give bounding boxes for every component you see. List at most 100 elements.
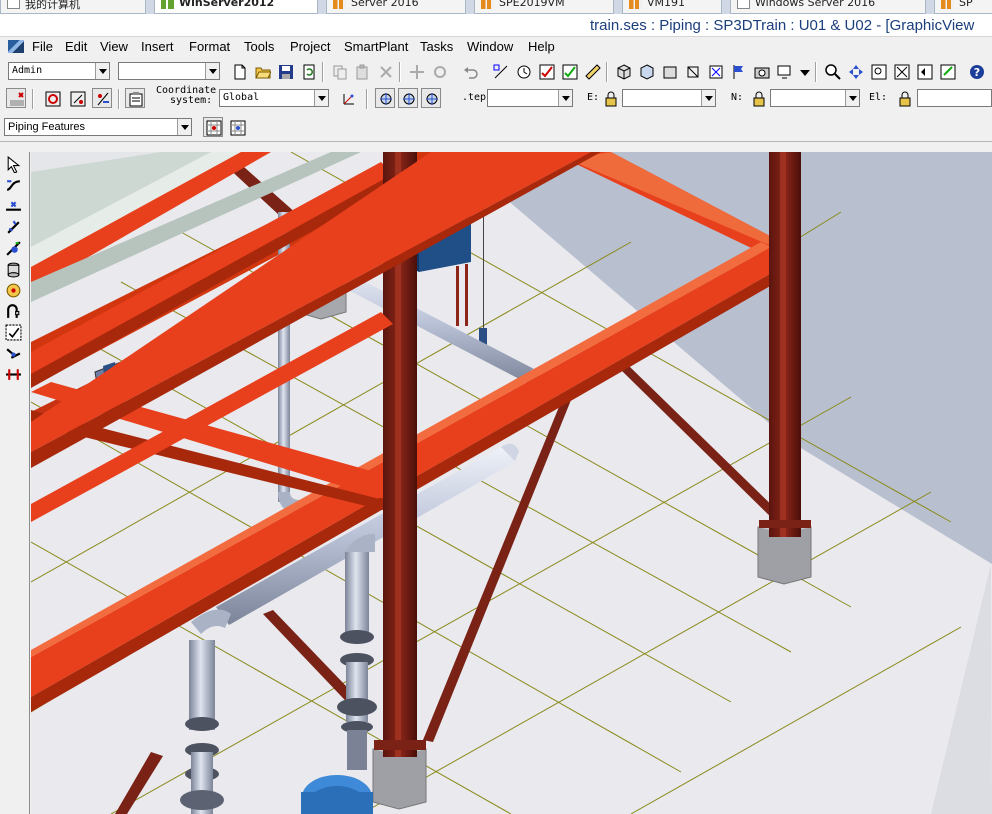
check-data-tool[interactable] xyxy=(5,324,24,343)
properties-button[interactable] xyxy=(937,61,957,81)
camera-button[interactable] xyxy=(751,61,771,81)
e-coordinate-combo[interactable] xyxy=(622,89,716,107)
insert-specialty-tool[interactable] xyxy=(5,219,24,238)
fit-button[interactable] xyxy=(705,61,725,81)
insert-spool-break-tool[interactable] xyxy=(5,366,24,385)
copy-button[interactable] xyxy=(329,61,349,81)
host-tab[interactable]: Windows Server 2016 xyxy=(730,0,926,14)
connect-tool[interactable] xyxy=(5,345,24,364)
camera-icon xyxy=(754,67,770,79)
menu-file[interactable]: File xyxy=(32,39,53,54)
pinpoint-reposition-button[interactable] xyxy=(421,88,441,108)
undo-button[interactable] xyxy=(460,61,480,81)
insert-split-tool[interactable] xyxy=(5,303,24,322)
second-combo[interactable] xyxy=(118,62,220,80)
select-tool[interactable] xyxy=(5,155,24,175)
host-tab[interactable]: Server 2016 xyxy=(326,0,466,14)
user-combo[interactable]: Admin xyxy=(8,62,110,80)
zoom-button[interactable] xyxy=(822,61,842,81)
open-folder-icon xyxy=(255,67,271,79)
view-iso-button[interactable] xyxy=(613,61,633,81)
insert-instrument-tool[interactable] xyxy=(5,261,24,280)
host-tab[interactable]: SPE2019VM xyxy=(474,0,614,14)
menu-format[interactable]: Format xyxy=(189,39,230,54)
paste-button[interactable] xyxy=(352,61,372,81)
menu-tools[interactable]: Tools xyxy=(244,39,274,54)
view-previous-button[interactable] xyxy=(914,61,934,81)
graphic-view[interactable] xyxy=(31,152,992,814)
move-icon xyxy=(410,65,424,79)
host-tab[interactable]: WinServer2012 xyxy=(154,0,318,14)
vm-icon xyxy=(941,0,954,9)
previous-view-icon xyxy=(917,64,933,80)
menu-edit[interactable]: Edit xyxy=(65,39,87,54)
el-lock-button[interactable] xyxy=(894,88,914,108)
open-button[interactable] xyxy=(252,61,272,81)
check-button[interactable] xyxy=(536,61,556,81)
insert-instrument-icon xyxy=(7,262,20,278)
el-coordinate-combo[interactable] xyxy=(917,89,992,107)
delete-button[interactable] xyxy=(375,61,395,81)
rotate-button[interactable] xyxy=(429,61,449,81)
clock-button[interactable] xyxy=(513,61,533,81)
refresh-button[interactable] xyxy=(298,61,318,81)
menu-project[interactable]: Project xyxy=(290,39,330,54)
piping-filter-combo[interactable]: Piping Features xyxy=(4,118,192,136)
zoom-area-button[interactable] xyxy=(868,61,888,81)
menu-view[interactable]: View xyxy=(100,39,128,54)
view-right-button[interactable] xyxy=(682,61,702,81)
pan-button[interactable] xyxy=(845,61,865,81)
pinpoint-relative-button[interactable] xyxy=(398,88,418,108)
route-pipe-tool[interactable] xyxy=(5,177,24,196)
menu-window[interactable]: Window xyxy=(467,39,513,54)
bookmark-button[interactable] xyxy=(728,61,748,81)
menu-help[interactable]: Help xyxy=(528,39,555,54)
n-lock-button[interactable] xyxy=(748,88,768,108)
n-coordinate-combo[interactable] xyxy=(770,89,860,107)
step-combo[interactable] xyxy=(487,89,573,107)
app-icon[interactable] xyxy=(8,40,24,53)
new-button[interactable] xyxy=(229,61,249,81)
new-file-icon xyxy=(234,64,246,80)
insert-tap-tool[interactable] xyxy=(5,240,24,259)
piping-option-2-button[interactable] xyxy=(227,117,247,137)
measure-button[interactable] xyxy=(490,61,510,81)
clear-selection-button[interactable] xyxy=(6,88,26,108)
e-lock-button[interactable] xyxy=(600,88,620,108)
axis-icon xyxy=(343,94,354,105)
model-3d-view[interactable] xyxy=(31,152,992,814)
locate-filter-button[interactable] xyxy=(42,88,62,108)
host-tab[interactable]: SP xyxy=(934,0,992,14)
menu-insert[interactable]: Insert xyxy=(141,39,174,54)
cube-icon xyxy=(687,66,699,78)
select-by-filter-button[interactable] xyxy=(67,88,87,108)
properties-toggle-button[interactable] xyxy=(125,88,145,108)
coordinate-system-combo[interactable]: Global xyxy=(219,89,329,107)
pinpoint-button[interactable] xyxy=(375,88,395,108)
n-coordinate-label: N: xyxy=(731,92,744,103)
verify-button[interactable] xyxy=(559,61,579,81)
fit-all-button[interactable] xyxy=(891,61,911,81)
view-front-button[interactable] xyxy=(659,61,679,81)
insert-component-tool[interactable] xyxy=(5,198,24,217)
cube-icon xyxy=(617,64,631,80)
insert-feature-tool[interactable] xyxy=(5,282,24,301)
piping-option-1-button[interactable] xyxy=(203,117,223,137)
display-dropdown[interactable] xyxy=(794,61,810,81)
save-button[interactable] xyxy=(275,61,295,81)
host-tab[interactable]: VM191 xyxy=(622,0,722,14)
ruler-button[interactable] xyxy=(582,61,602,81)
display-button[interactable] xyxy=(774,61,794,81)
smart-sketch-button[interactable] xyxy=(92,88,112,108)
window-title-bar[interactable]: train.ses : Piping : SP3DTrain : U01 & U… xyxy=(0,14,992,37)
insert-spool-break-icon xyxy=(6,369,21,380)
help-button[interactable]: ? xyxy=(966,61,986,81)
toolbar-separator xyxy=(606,62,608,82)
move-button[interactable] xyxy=(406,61,426,81)
host-tab[interactable]: 我的计算机 xyxy=(0,0,146,14)
menu-smartplant[interactable]: SmartPlant xyxy=(344,39,408,54)
coordinate-options-button[interactable] xyxy=(338,88,358,108)
menu-tasks[interactable]: Tasks xyxy=(420,39,453,54)
floor-slab xyxy=(31,152,992,814)
view-top-button[interactable] xyxy=(636,61,656,81)
